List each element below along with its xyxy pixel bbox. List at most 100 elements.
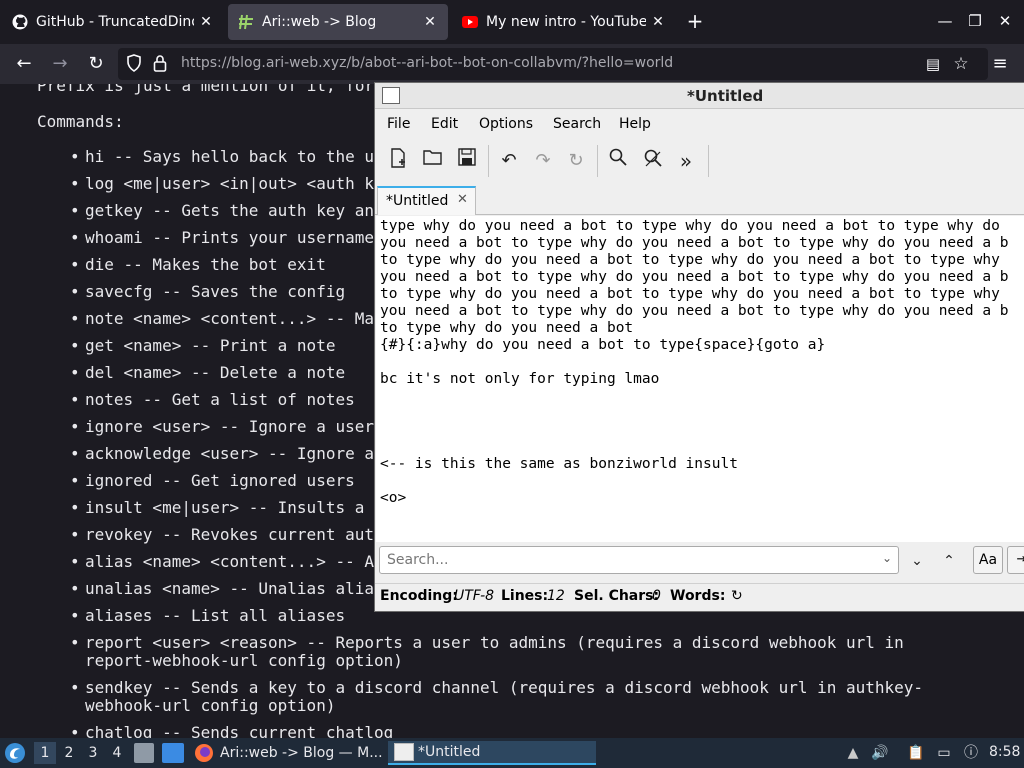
close-icon[interactable]: ✕ [194, 14, 218, 30]
reader-view-icon[interactable]: ▤ [921, 53, 945, 75]
command-list-item: notes -- Get a list of notes [70, 390, 355, 409]
bookmark-star-icon[interactable]: ☆ [949, 53, 973, 75]
menu-bar: File Edit Options Search Help [375, 110, 1024, 138]
close-window-icon[interactable]: ✕ [993, 10, 1017, 32]
new-tab-button[interactable]: + [684, 10, 706, 32]
command-list-item: sendkey -- Sends a key to a discord chan… [70, 678, 923, 697]
save-icon[interactable] [454, 148, 480, 174]
reload-icon[interactable]: ↻ [84, 53, 108, 75]
command-continuation: webhook-url config option) [85, 696, 336, 715]
hamburger-menu-icon[interactable]: ≡ [988, 53, 1012, 75]
workspace-1[interactable]: 1 [34, 742, 56, 764]
more-chevron-icon[interactable]: » [673, 148, 699, 174]
menu-search[interactable]: Search [553, 116, 601, 132]
minimize-icon[interactable]: — [933, 10, 957, 32]
find-icon[interactable] [605, 148, 631, 174]
refresh-word-count-icon[interactable]: ↻ [731, 588, 743, 604]
workspace-4[interactable]: 4 [106, 742, 128, 764]
clipboard-icon[interactable]: 📋 [906, 743, 926, 763]
text-line[interactable]: to type why do you need a bot [380, 320, 633, 336]
editor-titlebar[interactable]: *Untitled [375, 83, 1024, 109]
browser-navigation-bar: ← → ↻ https://blog.ari-web.xyz/b/abot--a… [0, 44, 1024, 84]
new-file-icon[interactable] [386, 148, 412, 174]
text-line[interactable]: to type why do you need a bot to type wh… [380, 252, 1000, 268]
command-continuation: report-webhook-url config option) [85, 651, 403, 670]
command-list-item: alias <name> <content...> -- A [70, 552, 374, 571]
command-list-item: die -- Makes the bot exit [70, 255, 326, 274]
tab-title: My new intro - YouTube [486, 14, 646, 30]
command-list-item: aliases -- List all aliases [70, 606, 345, 625]
volume-icon[interactable]: 🔊 [870, 743, 890, 763]
tab-ari-web-blog[interactable]: Ari::web -> Blog ✕ [228, 4, 448, 40]
tab-youtube[interactable]: My new intro - YouTube ✕ [452, 4, 676, 40]
find-next-chevron-icon[interactable]: ⌄ [906, 550, 928, 572]
text-line[interactable]: {#}{:a}why do you need a bot to type{spa… [380, 337, 825, 353]
match-case-button[interactable]: Aa [973, 546, 1003, 574]
close-search-icon[interactable]: ⇥ [1007, 546, 1024, 574]
editor-app-icon [382, 87, 400, 104]
toolbar-separator [488, 145, 489, 177]
command-list-item: whoami -- Prints your username [70, 228, 374, 247]
encoding-value: UTF-8 [454, 588, 495, 604]
menu-help[interactable]: Help [619, 116, 651, 132]
editor-icon [394, 743, 414, 761]
window-title: *Untitled [687, 87, 764, 105]
text-line[interactable]: type why do you need a bot to type why d… [380, 218, 1000, 234]
text-area[interactable]: type why do you need a bot to type why d… [376, 216, 1024, 542]
url-text[interactable]: https://blog.ari-web.xyz/b/abot--ari-bot… [181, 55, 673, 71]
text-line[interactable]: to type why do you need a bot to type wh… [380, 286, 1000, 302]
taskbar-item-editor[interactable]: *Untitled [388, 741, 596, 765]
text-line[interactable]: bc it's not only for typing lmao [380, 371, 659, 387]
forward-arrow-icon[interactable]: → [48, 53, 72, 75]
find-replace-icon[interactable] [640, 148, 666, 174]
text-line[interactable]: you need a bot to type why do you need a… [380, 235, 1009, 251]
redo-icon[interactable]: ↷ [530, 148, 556, 174]
taskbar-item-label: Ari::web -> Blog — M... [220, 745, 383, 761]
search-placeholder: Search... [387, 552, 449, 568]
text-line[interactable]: <-- is this the same as bonziworld insul… [380, 456, 738, 472]
undo-icon[interactable]: ↶ [496, 148, 522, 174]
shield-icon[interactable] [126, 54, 142, 76]
sel-chars-label: Sel. Chars: [574, 588, 660, 604]
update-icon[interactable]: ▲ [843, 743, 863, 763]
document-tab-bar: *Untitled ✕ [375, 184, 1024, 215]
command-list-item: del <name> -- Delete a note [70, 363, 345, 382]
menu-file[interactable]: File [387, 116, 410, 132]
restore-icon[interactable]: ❐ [963, 10, 987, 32]
text-line[interactable]: you need a bot to type why do you need a… [380, 303, 1009, 319]
document-tab[interactable]: *Untitled ✕ [377, 186, 476, 215]
address-bar[interactable]: https://blog.ari-web.xyz/b/abot--ari-bot… [118, 48, 988, 80]
open-folder-icon[interactable] [420, 148, 446, 174]
menu-edit[interactable]: Edit [431, 116, 458, 132]
command-list-item: getkey -- Gets the auth key an [70, 201, 374, 220]
reload-file-icon[interactable]: ↻ [563, 148, 589, 174]
chevron-down-icon[interactable]: ⌄ [882, 551, 892, 565]
info-icon[interactable]: ⓘ [961, 743, 981, 763]
lock-icon[interactable] [153, 54, 167, 76]
search-input[interactable]: Search... ⌄ [379, 546, 899, 574]
close-icon[interactable]: ✕ [418, 14, 442, 30]
text-editor-window: *Untitled File Edit Options Search Help … [374, 82, 1024, 612]
workspace-2[interactable]: 2 [58, 742, 80, 764]
browser-tab-strip: GitHub - TruncatedDinos ✕ Ari::web -> Bl… [0, 0, 1024, 44]
file-manager-icon[interactable] [134, 743, 154, 763]
start-menu-icon[interactable] [4, 742, 26, 764]
text-line[interactable]: <o> [380, 490, 406, 506]
back-arrow-icon[interactable]: ← [12, 53, 36, 75]
taskbar-item-firefox[interactable]: Ari::web -> Blog — M... [192, 741, 383, 765]
command-list-item: get <name> -- Print a note [70, 336, 335, 355]
workspace-3[interactable]: 3 [82, 742, 104, 764]
taskbar: 1 2 3 4 Ari::web -> Blog — M... *Untitle… [0, 738, 1024, 768]
network-icon[interactable]: ▭ [934, 743, 954, 763]
menu-options[interactable]: Options [479, 116, 533, 132]
desktop-icon[interactable] [162, 743, 184, 763]
close-icon[interactable]: ✕ [646, 14, 670, 30]
close-icon[interactable]: ✕ [457, 192, 468, 207]
toolbar-separator [597, 145, 598, 177]
text-line[interactable]: you need a bot to type why do you need a… [380, 269, 1009, 285]
tab-github[interactable]: GitHub - TruncatedDinos ✕ [2, 4, 224, 40]
find-previous-chevron-icon[interactable]: ⌃ [938, 550, 960, 572]
toolbar-separator [708, 145, 709, 177]
tab-title: Ari::web -> Blog [262, 14, 377, 30]
command-list-item: hi -- Says hello back to the u [70, 147, 374, 166]
